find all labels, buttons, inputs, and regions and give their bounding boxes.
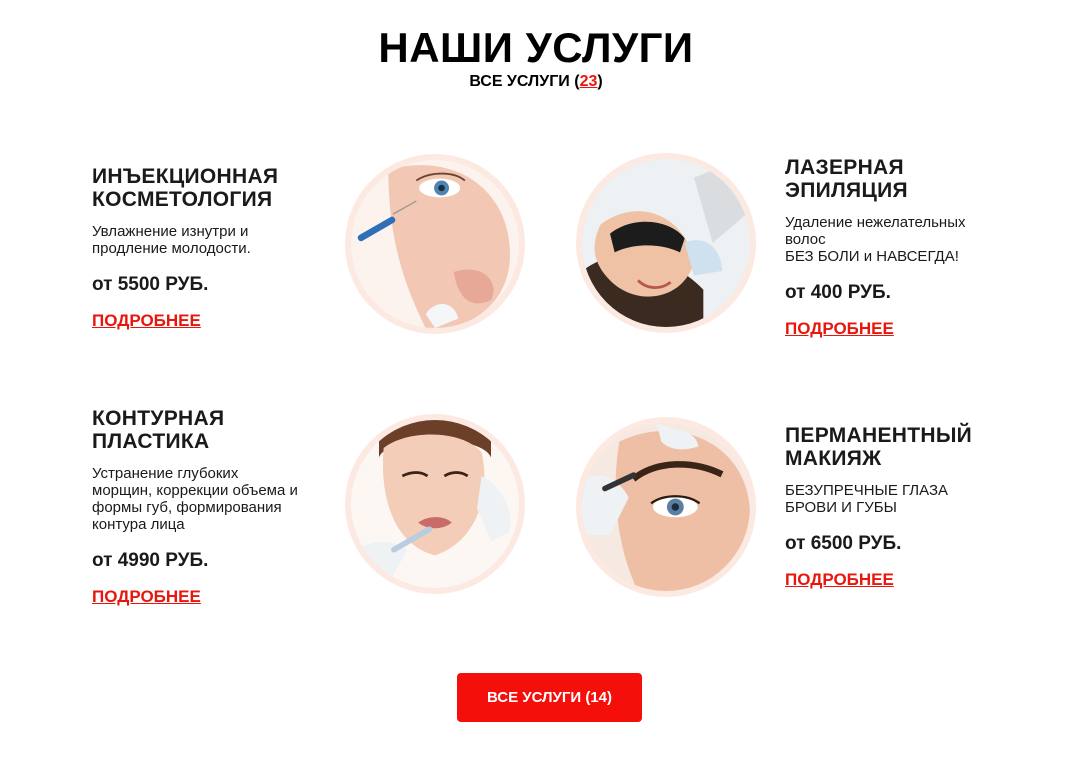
service-title: КОНТУРНАЯ ПЛАСТИКА xyxy=(92,407,225,453)
all-services-subtitle: ВСЕ УСЛУГИ (23) xyxy=(0,73,1072,91)
service-description: Устранение глубоких морщин, коррекции об… xyxy=(92,465,298,533)
service-description: БЕЗУПРЕЧНЫЕ ГЛАЗА БРОВИ И ГУБЫ xyxy=(785,482,949,516)
laser-epilation-photo xyxy=(576,153,756,333)
service-title: ИНЪЕКЦИОННАЯ КОСМЕТОЛОГИЯ xyxy=(92,165,279,211)
injection-cosmetology-photo xyxy=(345,154,525,334)
service-details-link[interactable]: ПОДРОБНЕЕ xyxy=(785,319,894,339)
service-price: от 6500 РУБ. xyxy=(785,533,902,554)
service-title: ПЕРМАНЕНТНЫЙ МАКИЯЖ xyxy=(785,424,973,470)
page-title: НАШИ УСЛУГИ xyxy=(378,24,694,71)
service-price: от 4990 РУБ. xyxy=(92,550,209,571)
all-services-count-link[interactable]: 23 xyxy=(580,73,598,90)
service-details-link[interactable]: ПОДРОБНЕЕ xyxy=(785,570,894,590)
service-details-link[interactable]: ПОДРОБНЕЕ xyxy=(92,311,201,331)
service-description: Удаление нежелательных волос БЕЗ БОЛИ и … xyxy=(785,214,966,265)
service-card-laser: ЛАЗЕРНАЯ ЭПИЛЯЦИЯ Удаление нежелательных… xyxy=(785,156,1020,339)
service-card-permanent: ПЕРМАНЕНТНЫЙ МАКИЯЖ БЕЗУПРЕЧНЫЕ ГЛАЗА БР… xyxy=(785,424,1020,590)
service-price: от 5500 РУБ. xyxy=(92,274,209,295)
service-card-contour: КОНТУРНАЯ ПЛАСТИКА Устранение глубоких м… xyxy=(92,407,327,607)
service-title: ЛАЗЕРНАЯ ЭПИЛЯЦИЯ xyxy=(785,156,908,202)
contour-plastic-photo xyxy=(345,414,525,594)
all-services-suffix: ) xyxy=(597,73,603,90)
all-services-prefix: ВСЕ УСЛУГИ ( xyxy=(469,73,580,90)
service-details-link[interactable]: ПОДРОБНЕЕ xyxy=(92,587,201,607)
all-services-button[interactable]: ВСЕ УСЛУГИ (14) xyxy=(457,673,642,722)
service-card-injection: ИНЪЕКЦИОННАЯ КОСМЕТОЛОГИЯ Увлажнение изн… xyxy=(92,165,327,331)
permanent-makeup-photo xyxy=(576,417,756,597)
service-price: от 400 РУБ. xyxy=(785,282,891,303)
service-description: Увлажнение изнутри и продление молодости… xyxy=(92,223,251,257)
